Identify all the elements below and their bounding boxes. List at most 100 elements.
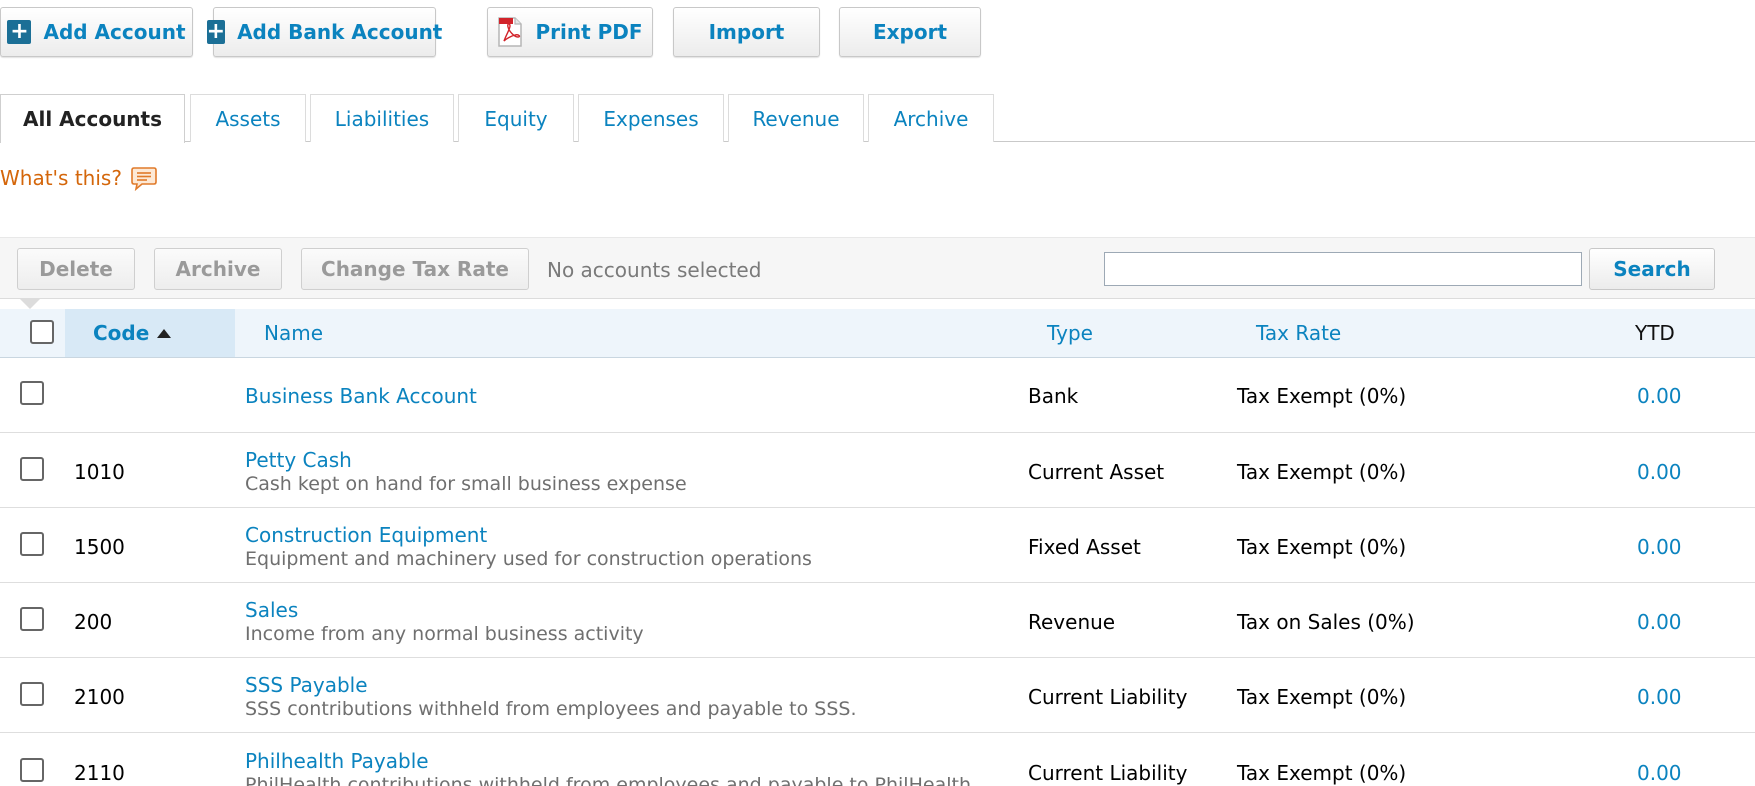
row-checbox[interactable] bbox=[20, 457, 44, 481]
account-tabs: All Accounts Assets Liabilities Equity E… bbox=[0, 94, 1755, 143]
table-row: Business Bank Account Bank Tax Exempt (0… bbox=[0, 358, 1755, 433]
table-row: 2110 Philhealth Payable PhilHealth contr… bbox=[0, 734, 1755, 786]
account-name-link[interactable]: Construction Equipment bbox=[245, 523, 487, 547]
table-row: 1010 Petty Cash Cash kept on hand for sm… bbox=[0, 433, 1755, 508]
account-ytd-link[interactable]: 0.00 bbox=[1637, 685, 1682, 709]
column-header-type[interactable]: Type bbox=[1047, 309, 1093, 357]
sort-ascending-icon bbox=[157, 328, 172, 338]
row-checkbox[interactable] bbox=[20, 381, 44, 405]
account-type: Revenue bbox=[1028, 610, 1116, 634]
tab-expenses[interactable]: Expenses bbox=[578, 94, 724, 142]
search-button[interactable]: Search bbox=[1589, 248, 1715, 290]
account-type: Current Liability bbox=[1028, 685, 1188, 709]
account-ytd-link[interactable]: 0.00 bbox=[1637, 610, 1682, 634]
tab-label: All Accounts bbox=[22, 107, 163, 131]
delete-button[interactable]: Delete bbox=[17, 248, 135, 290]
account-tax-rate: Tax Exempt (0%) bbox=[1237, 384, 1407, 408]
export-button[interactable]: Export bbox=[839, 7, 981, 57]
tab-label: Equity bbox=[484, 106, 548, 131]
change-tax-rate-button[interactable]: Change Tax Rate bbox=[301, 248, 529, 290]
account-ytd-link[interactable]: 0.00 bbox=[1637, 535, 1682, 559]
row-checkbox[interactable] bbox=[20, 607, 44, 631]
account-code: 1010 bbox=[74, 460, 125, 484]
name-header-label: Name bbox=[264, 321, 324, 345]
account-code: 1500 bbox=[74, 535, 125, 559]
account-code: 200 bbox=[74, 610, 113, 634]
export-label: Export bbox=[872, 20, 948, 44]
column-header-tax-rate[interactable]: Tax Rate bbox=[1256, 309, 1341, 357]
account-tax-rate: Tax Exempt (0%) bbox=[1237, 460, 1407, 484]
table-row: 200 Sales Income from any normal busines… bbox=[0, 583, 1755, 658]
ytd-header-label: YTD bbox=[1635, 321, 1675, 345]
tab-equity[interactable]: Equity bbox=[458, 94, 574, 142]
account-ytd-link[interactable]: 0.00 bbox=[1637, 384, 1682, 408]
import-button[interactable]: Import bbox=[673, 7, 820, 57]
tab-label: Revenue bbox=[752, 106, 840, 131]
bulk-action-bar: Delete Archive Change Tax Rate No accoun… bbox=[0, 237, 1755, 299]
change-tax-rate-label: Change Tax Rate bbox=[321, 257, 509, 281]
import-label: Import bbox=[708, 20, 785, 44]
account-name-link[interactable]: Business Bank Account bbox=[245, 384, 477, 408]
archive-button[interactable]: Archive bbox=[154, 248, 282, 290]
account-type: Current Liability bbox=[1028, 761, 1188, 785]
search-input[interactable] bbox=[1104, 252, 1582, 286]
plus-icon: + bbox=[7, 20, 32, 44]
print-pdf-label: Print PDF bbox=[535, 20, 643, 44]
tab-archive[interactable]: Archive bbox=[868, 94, 994, 142]
code-header-label: Code bbox=[93, 321, 150, 345]
tax-rate-header-label: Tax Rate bbox=[1256, 321, 1342, 345]
tab-label: Liabilities bbox=[334, 106, 430, 131]
account-code: 2100 bbox=[74, 685, 125, 709]
column-header-ytd: YTD bbox=[1635, 309, 1675, 357]
column-header-code[interactable]: Code bbox=[65, 309, 235, 357]
account-description: PhilHealth contributions withheld from e… bbox=[245, 774, 978, 786]
add-bank-account-button[interactable]: + Add Bank Account bbox=[206, 7, 442, 57]
table-row: 1500 Construction Equipment Equipment an… bbox=[0, 508, 1755, 583]
plus-icon: + bbox=[206, 19, 226, 44]
table-row: 2100 SSS Payable SSS contributions withh… bbox=[0, 658, 1755, 733]
whats-this-link[interactable]: What's this? bbox=[0, 164, 158, 192]
account-description: SSS contributions withheld from employee… bbox=[245, 698, 857, 720]
row-checkbox[interactable] bbox=[20, 682, 44, 706]
tab-all-accounts[interactable]: All Accounts bbox=[0, 94, 185, 143]
tab-label: Assets bbox=[215, 106, 281, 131]
delete-label: Delete bbox=[39, 257, 113, 281]
account-type: Fixed Asset bbox=[1028, 535, 1141, 559]
tab-label: Archive bbox=[893, 106, 969, 131]
account-name-link[interactable]: Petty Cash bbox=[245, 448, 352, 472]
account-code: 2110 bbox=[74, 761, 125, 785]
column-header-name[interactable]: Name bbox=[264, 309, 323, 357]
account-description: Equipment and machinery used for constru… bbox=[245, 548, 812, 570]
account-type: Current Asset bbox=[1028, 460, 1165, 484]
add-bank-account-label: Add Bank Account bbox=[237, 20, 443, 44]
account-tax-rate: Tax Exempt (0%) bbox=[1237, 685, 1407, 709]
account-name-link[interactable]: Sales bbox=[245, 598, 298, 622]
account-ytd-link[interactable]: 0.00 bbox=[1637, 460, 1682, 484]
speech-bubble-icon bbox=[131, 167, 157, 192]
account-tax-rate: Tax Exempt (0%) bbox=[1237, 535, 1407, 559]
add-account-label: Add Account bbox=[43, 20, 186, 44]
account-name-link[interactable]: SSS Payable bbox=[245, 673, 368, 697]
select-all-checkbox[interactable] bbox=[30, 320, 54, 344]
tab-liabilities[interactable]: Liabilities bbox=[310, 94, 454, 142]
tab-assets[interactable]: Assets bbox=[190, 94, 306, 142]
archive-label: Archive bbox=[175, 257, 261, 281]
tab-revenue[interactable]: Revenue bbox=[728, 94, 864, 142]
type-header-label: Type bbox=[1047, 321, 1093, 345]
account-tax-rate: Tax Exempt (0%) bbox=[1237, 761, 1407, 785]
row-checkbox[interactable] bbox=[20, 532, 44, 556]
table-header: Code Name Type Tax Rate YTD bbox=[0, 309, 1755, 358]
tab-label: Expenses bbox=[603, 106, 699, 131]
search-label: Search bbox=[1613, 257, 1691, 281]
account-tax-rate: Tax on Sales (0%) bbox=[1237, 610, 1415, 634]
row-checkbox[interactable] bbox=[20, 758, 44, 782]
account-ytd-link[interactable]: 0.00 bbox=[1637, 761, 1682, 785]
action-bar-pointer bbox=[20, 299, 40, 309]
add-account-button[interactable]: + Add Account bbox=[0, 7, 193, 57]
account-type: Bank bbox=[1028, 384, 1079, 408]
pdf-icon bbox=[498, 17, 523, 47]
account-name-link[interactable]: Philhealth Payable bbox=[245, 749, 429, 773]
print-pdf-button[interactable]: Print PDF bbox=[487, 7, 653, 57]
account-description: Income from any normal business activity bbox=[245, 623, 644, 645]
whats-this-label: What's this? bbox=[0, 166, 122, 190]
